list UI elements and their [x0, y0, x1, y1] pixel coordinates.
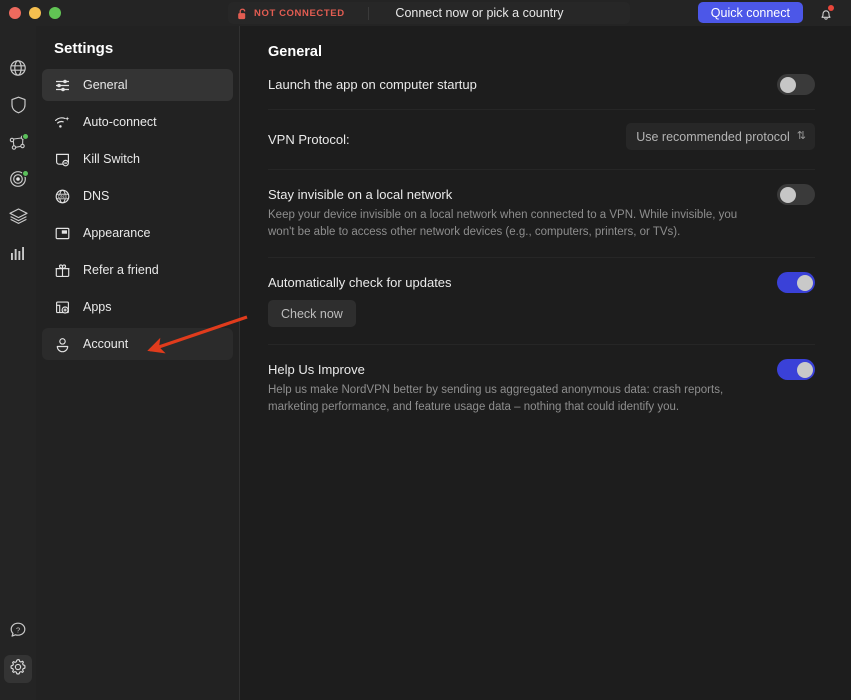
- setting-row-vpn-protocol: VPN Protocol: Use recommended protocol ⇅: [268, 110, 815, 170]
- sidebar-item-account[interactable]: Account: [42, 328, 233, 360]
- settings-gear-icon: [8, 657, 28, 682]
- sidebar-item-label: Appearance: [83, 226, 150, 240]
- sidebar-item-label: Auto-connect: [83, 115, 157, 129]
- page-title: General: [268, 26, 815, 60]
- toggle-knob: [797, 275, 813, 291]
- maximize-window-button[interactable]: [49, 7, 61, 19]
- appearance-window-icon: [53, 224, 71, 242]
- threat-protection-shield-icon: [9, 95, 28, 120]
- sidebar-item-dns[interactable]: DNS DNS: [42, 180, 233, 212]
- rail-item-threat-protection[interactable]: [4, 93, 32, 121]
- setting-row-auto-updates: Automatically check for updates Check no…: [268, 258, 815, 345]
- sidebar-item-label: Refer a friend: [83, 263, 159, 277]
- sidebar-item-auto-connect[interactable]: Auto-connect: [42, 106, 233, 138]
- activity-chart-icon: [9, 244, 27, 267]
- sliders-icon: [53, 76, 71, 94]
- settings-sidebar: Settings General: [36, 26, 240, 700]
- sidebar-item-label: Kill Switch: [83, 152, 140, 166]
- sidebar-item-apps[interactable]: Apps: [42, 291, 233, 323]
- sidebar-item-kill-switch[interactable]: Kill Switch: [42, 143, 233, 175]
- setting-label: Stay invisible on a local network: [268, 187, 815, 202]
- setting-label: Automatically check for updates: [268, 275, 815, 290]
- gift-icon: [53, 261, 71, 279]
- chevron-up-down-icon: ⇅: [797, 131, 806, 142]
- sidebar-item-label: Account: [83, 337, 128, 351]
- connection-status-bar[interactable]: NOT CONNECTED Connect now or pick a coun…: [228, 2, 630, 24]
- rail-item-activity[interactable]: [4, 241, 32, 269]
- toggle-knob: [780, 77, 796, 93]
- nordvpn-settings-window: NOT CONNECTED Connect now or pick a coun…: [0, 0, 851, 700]
- setting-row-launch-on-startup: Launch the app on computer startup: [268, 60, 815, 110]
- sidebar-item-label: DNS: [83, 189, 109, 203]
- setting-description: Keep your device invisible on a local ne…: [268, 207, 738, 240]
- connection-status-chip: NOT CONNECTED: [228, 7, 368, 19]
- help-question-icon: ?: [8, 620, 28, 645]
- setting-row-stay-invisible: Stay invisible on a local network Keep y…: [268, 170, 815, 258]
- primary-icon-rail: ?: [0, 26, 36, 700]
- rail-item-dark-web-monitor[interactable]: [4, 167, 32, 195]
- title-bar: NOT CONNECTED Connect now or pick a coun…: [0, 0, 851, 26]
- setting-description: Help us make NordVPN better by sending u…: [268, 382, 738, 415]
- stay-invisible-toggle[interactable]: [777, 184, 815, 205]
- connect-hint-text: Connect now or pick a country: [369, 6, 630, 20]
- quick-connect-button[interactable]: Quick connect: [698, 2, 803, 23]
- toggle-knob: [780, 187, 796, 203]
- sidebar-item-label: Apps: [83, 300, 112, 314]
- rail-item-help[interactable]: ?: [4, 618, 32, 646]
- person-account-icon: [53, 335, 71, 353]
- rail-item-meshnet[interactable]: [4, 130, 32, 158]
- svg-text:?: ?: [16, 625, 20, 634]
- connection-status-text: NOT CONNECTED: [254, 8, 345, 19]
- setting-label: VPN Protocol:: [268, 132, 440, 147]
- sidebar-item-label: General: [83, 78, 127, 92]
- dark-web-monitor-active-badge: [22, 170, 29, 177]
- vpn-globe-icon: [8, 58, 28, 83]
- help-us-improve-toggle[interactable]: [777, 359, 815, 380]
- unlocked-padlock-icon: [237, 7, 248, 19]
- close-window-button[interactable]: [9, 7, 21, 19]
- file-storage-layers-icon: [8, 206, 29, 231]
- check-now-button[interactable]: Check now: [268, 300, 356, 327]
- notification-bell-icon[interactable]: [817, 5, 835, 23]
- auto-updates-toggle[interactable]: [777, 272, 815, 293]
- sidebar-item-appearance[interactable]: Appearance: [42, 217, 233, 249]
- vpn-protocol-dropdown[interactable]: Use recommended protocol ⇅: [626, 123, 815, 150]
- svg-text:DNS: DNS: [57, 193, 66, 198]
- setting-row-help-us-improve: Help Us Improve Help us make NordVPN bet…: [268, 345, 815, 432]
- dns-globe-icon: DNS: [53, 187, 71, 205]
- setting-label: Launch the app on computer startup: [268, 77, 815, 92]
- notification-badge-dot: [828, 5, 834, 11]
- kill-switch-icon: [53, 150, 71, 168]
- vpn-protocol-value: Use recommended protocol: [636, 130, 790, 144]
- apps-add-icon: [53, 298, 71, 316]
- meshnet-active-badge: [22, 133, 29, 140]
- general-settings-panel: General Launch the app on computer start…: [240, 26, 851, 700]
- minimize-window-button[interactable]: [29, 7, 41, 19]
- setting-label: Help Us Improve: [268, 362, 815, 377]
- sidebar-title: Settings: [42, 26, 233, 69]
- rail-bottom-group: ?: [4, 618, 32, 700]
- window-body: ? Settings: [0, 26, 851, 700]
- toggle-knob: [797, 362, 813, 378]
- rail-item-file-storage[interactable]: [4, 204, 32, 232]
- sidebar-item-refer-a-friend[interactable]: Refer a friend: [42, 254, 233, 286]
- rail-item-vpn[interactable]: [4, 56, 32, 84]
- rail-item-settings[interactable]: [4, 655, 32, 683]
- window-traffic-lights: [0, 7, 61, 19]
- launch-on-startup-toggle[interactable]: [777, 74, 815, 95]
- wifi-sparkle-icon: [53, 113, 71, 131]
- sidebar-item-general[interactable]: General: [42, 69, 233, 101]
